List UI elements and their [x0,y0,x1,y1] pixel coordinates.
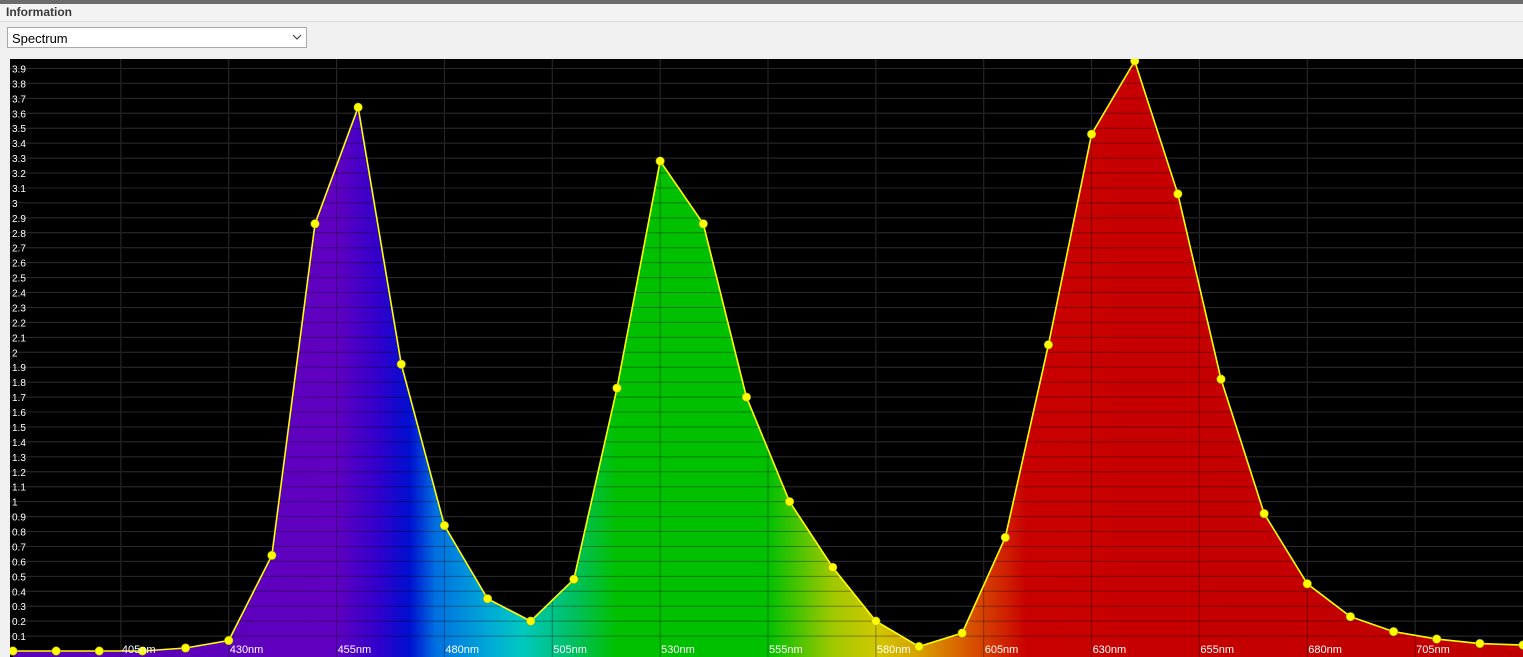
x-tick-label: 405nm [122,644,156,656]
view-select-dropdown[interactable]: Spectrum [7,27,307,48]
y-tick-label: 1.2 [12,468,26,479]
y-tick-label: 1.1 [12,483,26,494]
y-tick-label: 2 [12,348,18,359]
data-point [439,521,449,531]
data-point [94,646,104,656]
y-tick-label: 3.6 [12,109,26,120]
y-tick-label: 1.4 [12,438,26,449]
x-tick-label: 430nm [230,644,264,656]
data-point [785,497,795,507]
data-point [1432,634,1442,644]
y-tick-label: 0.1 [12,632,26,643]
x-tick-label: 680nm [1308,644,1342,656]
x-tick-label: 530nm [661,644,695,656]
x-tick-label: 555nm [769,644,803,656]
y-tick-label: 0.8 [12,528,26,539]
y-tick-label: 0.6 [12,557,26,568]
data-point [51,646,61,656]
data-point [526,616,536,626]
y-tick-label: 0.5 [12,572,26,583]
panel-title: Information [6,5,72,19]
data-point [483,594,493,604]
data-point [396,359,406,369]
data-point [1173,189,1183,199]
data-point [1389,627,1399,637]
data-point [957,628,967,638]
data-point [1345,612,1355,622]
y-tick-label: 1 [12,498,18,509]
y-tick-label: 2.5 [12,274,26,285]
data-point [267,550,277,560]
y-tick-label: 2.7 [12,244,26,255]
spectrum-chart-svg: 0.1 0.2 0.3 0.4 0.5 0.6 0.7 0.8 0.9 1 1.1 1.2 1.3 1.4… [10,59,1523,657]
y-tick-label: 2.4 [12,289,26,300]
y-tick-label: 3.5 [12,124,26,135]
y-tick-label: 1.7 [12,393,26,404]
data-point [1000,532,1010,542]
data-point [569,574,579,584]
x-tick-label: 655nm [1200,644,1234,656]
view-select-value: Spectrum [12,31,68,46]
x-tick-label: 605nm [985,644,1019,656]
y-tick-label: 0.4 [12,587,26,598]
x-tick-label: 455nm [338,644,372,656]
x-tick-label: 630nm [1093,644,1127,656]
data-point [1087,129,1097,139]
y-tick-label: 2.3 [12,303,26,314]
y-tick-label: 1.8 [12,378,26,389]
data-point [1216,374,1226,384]
x-tick-label: 505nm [553,644,587,656]
data-point [1043,340,1053,350]
data-point [310,219,320,229]
y-tick-label: 0.3 [12,602,26,613]
data-point [353,102,363,112]
data-point [828,562,838,572]
chevron-down-icon [292,34,302,40]
y-tick-label: 2.1 [12,333,26,344]
data-point [871,616,881,626]
data-point [1475,639,1485,649]
x-tick-label: 580nm [877,644,911,656]
y-tick-label: 1.3 [12,453,26,464]
y-tick-label: 0.7 [12,542,26,553]
y-tick-label: 3 [12,199,18,210]
spectrum-chart: 0.1 0.2 0.3 0.4 0.5 0.6 0.7 0.8 0.9 1 1.1 1.2 1.3 1.4… [10,59,1523,657]
data-point [1259,509,1269,519]
data-point [655,156,665,166]
data-point [612,383,622,393]
x-tick-label: 480nm [445,644,479,656]
y-tick-label: 3.7 [12,94,26,105]
y-tick-label: 1.5 [12,423,26,434]
y-tick-label: 2.2 [12,318,26,329]
data-point [698,219,708,229]
data-point [1130,59,1140,66]
y-tick-label: 3.3 [12,154,26,165]
y-tick-label: 2.6 [12,259,26,270]
toolbar: Spectrum [0,22,1523,58]
y-tick-label: 1.6 [12,408,26,419]
y-tick-label: 2.9 [12,214,26,225]
y-tick-label: 3.8 [12,79,26,90]
y-tick-label: 3.2 [12,169,26,180]
data-point [914,642,924,652]
y-tick-label: 3.9 [12,64,26,75]
y-tick-label: 3.4 [12,139,26,150]
y-tick-label: 1.9 [12,363,26,374]
y-tick-label: 0.9 [12,513,26,524]
data-point [741,392,751,402]
y-tick-label: 0.2 [12,617,26,628]
panel-header: Information [0,4,1523,22]
y-tick-label: 3.1 [12,184,26,195]
y-tick-label: 2.8 [12,229,26,240]
data-point [181,643,191,653]
data-point [10,646,18,656]
data-point [1302,579,1312,589]
x-tick-label: 705nm [1416,644,1450,656]
